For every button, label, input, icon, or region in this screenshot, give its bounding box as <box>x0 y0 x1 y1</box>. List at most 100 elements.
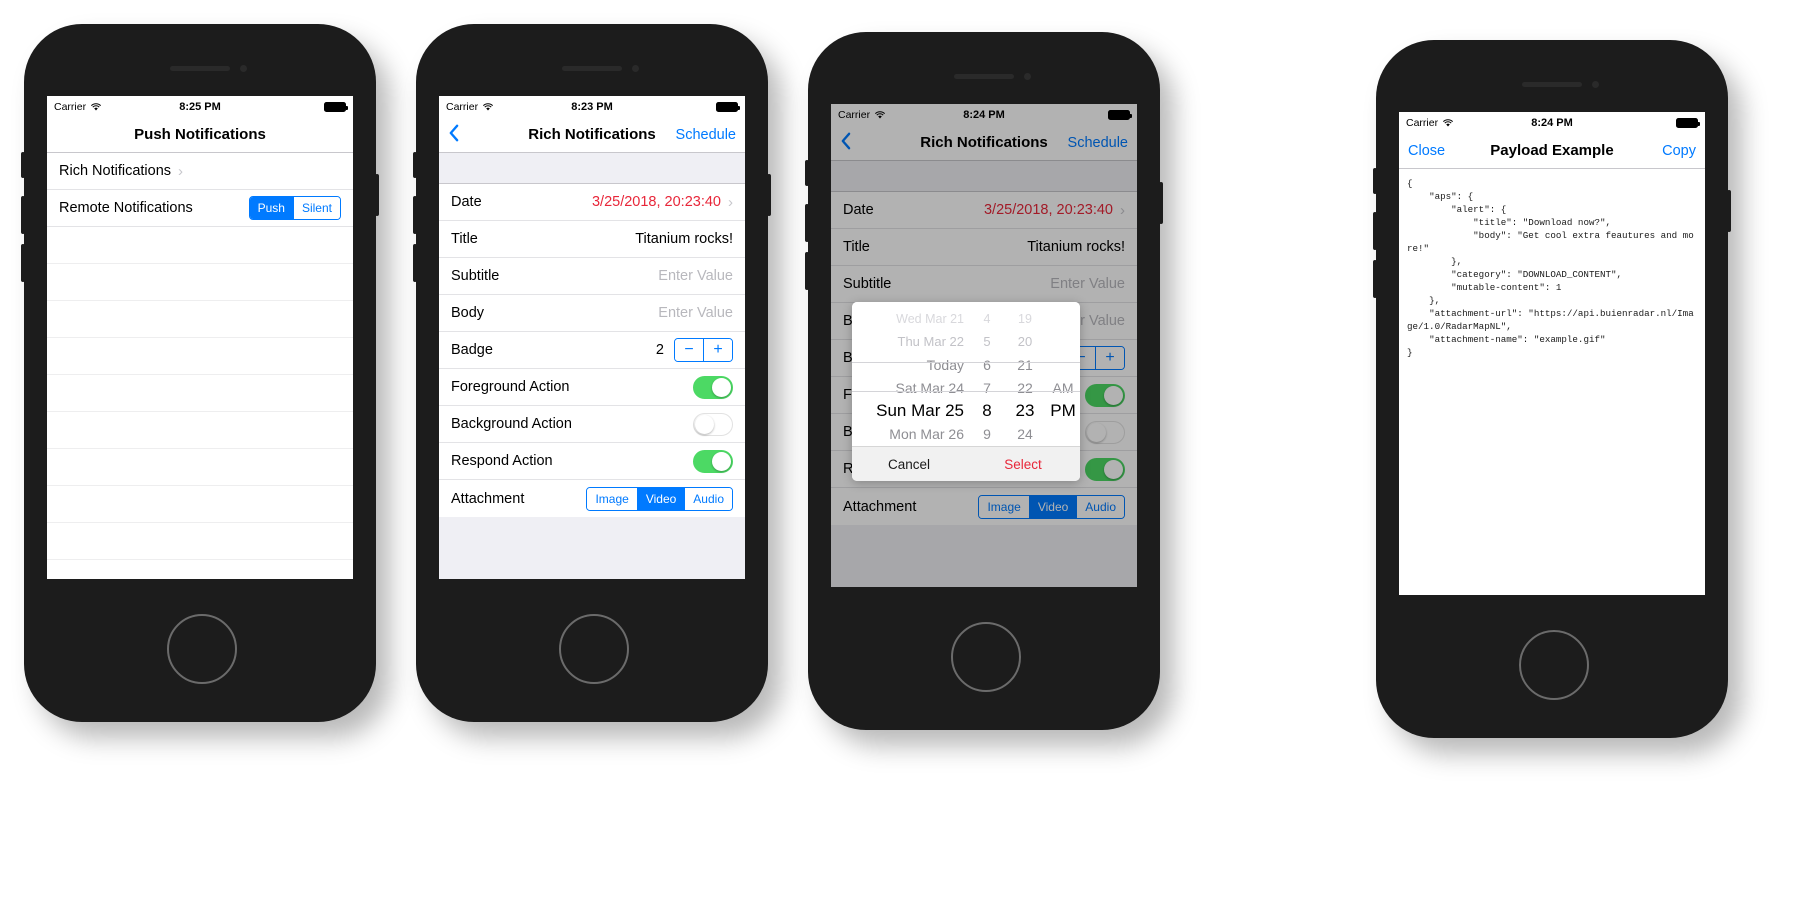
picker-selected-date[interactable]: Sun Mar 25 <box>876 399 964 422</box>
phone2-nav-bar: Rich Notifications Schedule <box>439 117 745 153</box>
picker-option[interactable]: 6 <box>983 353 991 376</box>
row-badge: Badge 2 − + <box>439 332 745 369</box>
picker-option[interactable]: Today <box>927 353 964 376</box>
row-label: Attachment <box>451 490 525 507</box>
close-button[interactable]: Close <box>1408 143 1445 159</box>
toggle-knob <box>712 377 731 397</box>
row-background-action: Background Action <box>439 406 745 443</box>
carrier-label: Carrier <box>54 100 87 113</box>
phone2-home-button[interactable] <box>559 614 629 684</box>
picker-column-date[interactable]: Wed Mar 21 Thu Mar 22 Today Sat Mar 24 S… <box>852 307 970 446</box>
picker-option[interactable]: 4 <box>984 307 991 330</box>
table-row <box>47 338 353 375</box>
picker-selected-meridiem[interactable]: PM <box>1050 399 1076 422</box>
foreground-action-toggle[interactable] <box>693 375 733 399</box>
picker-option[interactable]: 22 <box>1017 376 1033 399</box>
picker-option[interactable]: Mon Mar 26 <box>889 422 964 445</box>
picker-option[interactable]: 5 <box>983 330 990 353</box>
picker-option-am[interactable]: AM <box>1053 376 1074 399</box>
segment-silent[interactable]: Silent <box>293 197 340 219</box>
phone2-form-table: Date 3/25/2018, 20:23:40 › Title Titaniu… <box>439 184 745 517</box>
wifi-icon <box>90 102 102 112</box>
picker-selection-top-line <box>852 362 1080 363</box>
table-row <box>47 449 353 486</box>
picker-option[interactable]: Wed Mar 21 <box>896 307 964 330</box>
phone2-volume-up <box>413 196 417 234</box>
picker-column-meridiem[interactable]: - - - AM PM - - - - <box>1046 307 1080 446</box>
phone3-home-button[interactable] <box>951 622 1021 692</box>
phone3-earpiece-speaker <box>954 74 1014 79</box>
picker-column-minute[interactable]: 19 20 21 22 23 24 25 26 27 <box>1004 307 1046 446</box>
phone1-home-button[interactable] <box>167 614 237 684</box>
picker-option[interactable]: 9 <box>983 422 991 445</box>
picker-option[interactable]: Tue Mar 27 <box>893 445 964 446</box>
toggle-knob <box>695 414 714 434</box>
segment-audio[interactable]: Audio <box>685 487 732 510</box>
page-title: Push Notifications <box>134 126 266 143</box>
row-respond-action: Respond Action <box>439 443 745 480</box>
row-label: Body <box>451 305 485 321</box>
phone4-home-button[interactable] <box>1519 630 1589 700</box>
picker-option[interactable]: 10 <box>979 445 995 446</box>
battery-icon <box>324 101 348 112</box>
title-input-value[interactable]: Titanium rocks! <box>635 231 733 247</box>
copy-button[interactable]: Copy <box>1662 143 1696 159</box>
row-foreground-action: Foreground Action <box>439 369 745 406</box>
phone4-mute-switch <box>1373 168 1377 194</box>
picker-option[interactable]: Sat Mar 24 <box>896 376 964 399</box>
picker-option[interactable]: 24 <box>1017 422 1033 445</box>
phone2-volume-down <box>413 244 417 282</box>
picker-selected-minute[interactable]: 23 <box>1016 399 1035 422</box>
cancel-button[interactable]: Cancel <box>852 457 966 472</box>
back-button[interactable] <box>448 124 459 146</box>
row-label: Background Action <box>451 416 572 432</box>
phone-1-screen: Carrier 8:25 PM Push Notifications Rich … <box>47 96 353 579</box>
picker-option[interactable]: Thu Mar 22 <box>898 330 964 353</box>
screenshot-canvas: Carrier 8:25 PM Push Notifications Rich … <box>0 0 1800 920</box>
row-label: Rich Notifications <box>59 163 172 179</box>
select-button[interactable]: Select <box>966 457 1080 472</box>
phone1-power-button <box>375 174 379 216</box>
date-picker-modal[interactable]: Wed Mar 21 Thu Mar 22 Today Sat Mar 24 S… <box>852 302 1080 481</box>
picker-option[interactable]: 20 <box>1018 330 1032 353</box>
picker-selected-hour[interactable]: 8 <box>982 399 991 422</box>
row-title[interactable]: Title Titanium rocks! <box>439 221 745 258</box>
segment-push[interactable]: Push <box>249 197 294 219</box>
body-input-placeholder[interactable]: Enter Value <box>658 305 733 321</box>
phone4-status-bar: Carrier 8:24 PM <box>1399 112 1705 133</box>
phone2-mute-switch <box>413 152 417 178</box>
schedule-button[interactable]: Schedule <box>676 127 736 143</box>
stepper-decrement-button[interactable]: − <box>675 339 704 361</box>
phone3-power-button <box>1159 182 1163 224</box>
badge-stepper[interactable]: − + <box>674 338 733 362</box>
phone-4-screen: Carrier 8:24 PM Close Payload Example Co… <box>1399 112 1705 595</box>
segment-image[interactable]: Image <box>587 487 638 510</box>
picker-option[interactable]: 7 <box>983 376 991 399</box>
phone4-volume-up <box>1373 212 1377 250</box>
phone3-front-camera <box>1024 73 1031 80</box>
attachment-segmented-control[interactable]: Image Video Audio <box>586 486 733 511</box>
respond-action-toggle[interactable] <box>693 449 733 473</box>
phone2-front-camera <box>632 65 639 72</box>
row-label: Remote Notifications <box>59 200 193 216</box>
segment-video[interactable]: Video <box>637 487 686 510</box>
table-section-gap <box>439 153 745 184</box>
row-remote-notifications: Remote Notifications Push Silent <box>47 190 353 227</box>
picker-option[interactable]: 21 <box>1017 353 1033 376</box>
row-body[interactable]: Body Enter Value <box>439 295 745 332</box>
row-rich-notifications[interactable]: Rich Notifications › <box>47 153 353 190</box>
picker-option: - <box>1061 445 1066 446</box>
subtitle-input-placeholder[interactable]: Enter Value <box>658 268 733 284</box>
stepper-increment-button[interactable]: + <box>704 339 732 361</box>
picker-column-hour[interactable]: 4 5 6 7 8 9 10 11 12 <box>970 307 1004 446</box>
wifi-icon <box>1442 118 1454 128</box>
row-date[interactable]: Date 3/25/2018, 20:23:40 › <box>439 184 745 221</box>
picker-option[interactable]: 19 <box>1018 307 1032 330</box>
date-picker-wheels[interactable]: Wed Mar 21 Thu Mar 22 Today Sat Mar 24 S… <box>852 302 1080 446</box>
phone2-earpiece-speaker <box>562 66 622 71</box>
picker-option[interactable]: 25 <box>1017 445 1033 446</box>
row-subtitle[interactable]: Subtitle Enter Value <box>439 258 745 295</box>
phone3-volume-down <box>805 252 809 290</box>
background-action-toggle[interactable] <box>693 412 733 436</box>
push-silent-segmented-control[interactable]: Push Silent <box>248 196 341 220</box>
